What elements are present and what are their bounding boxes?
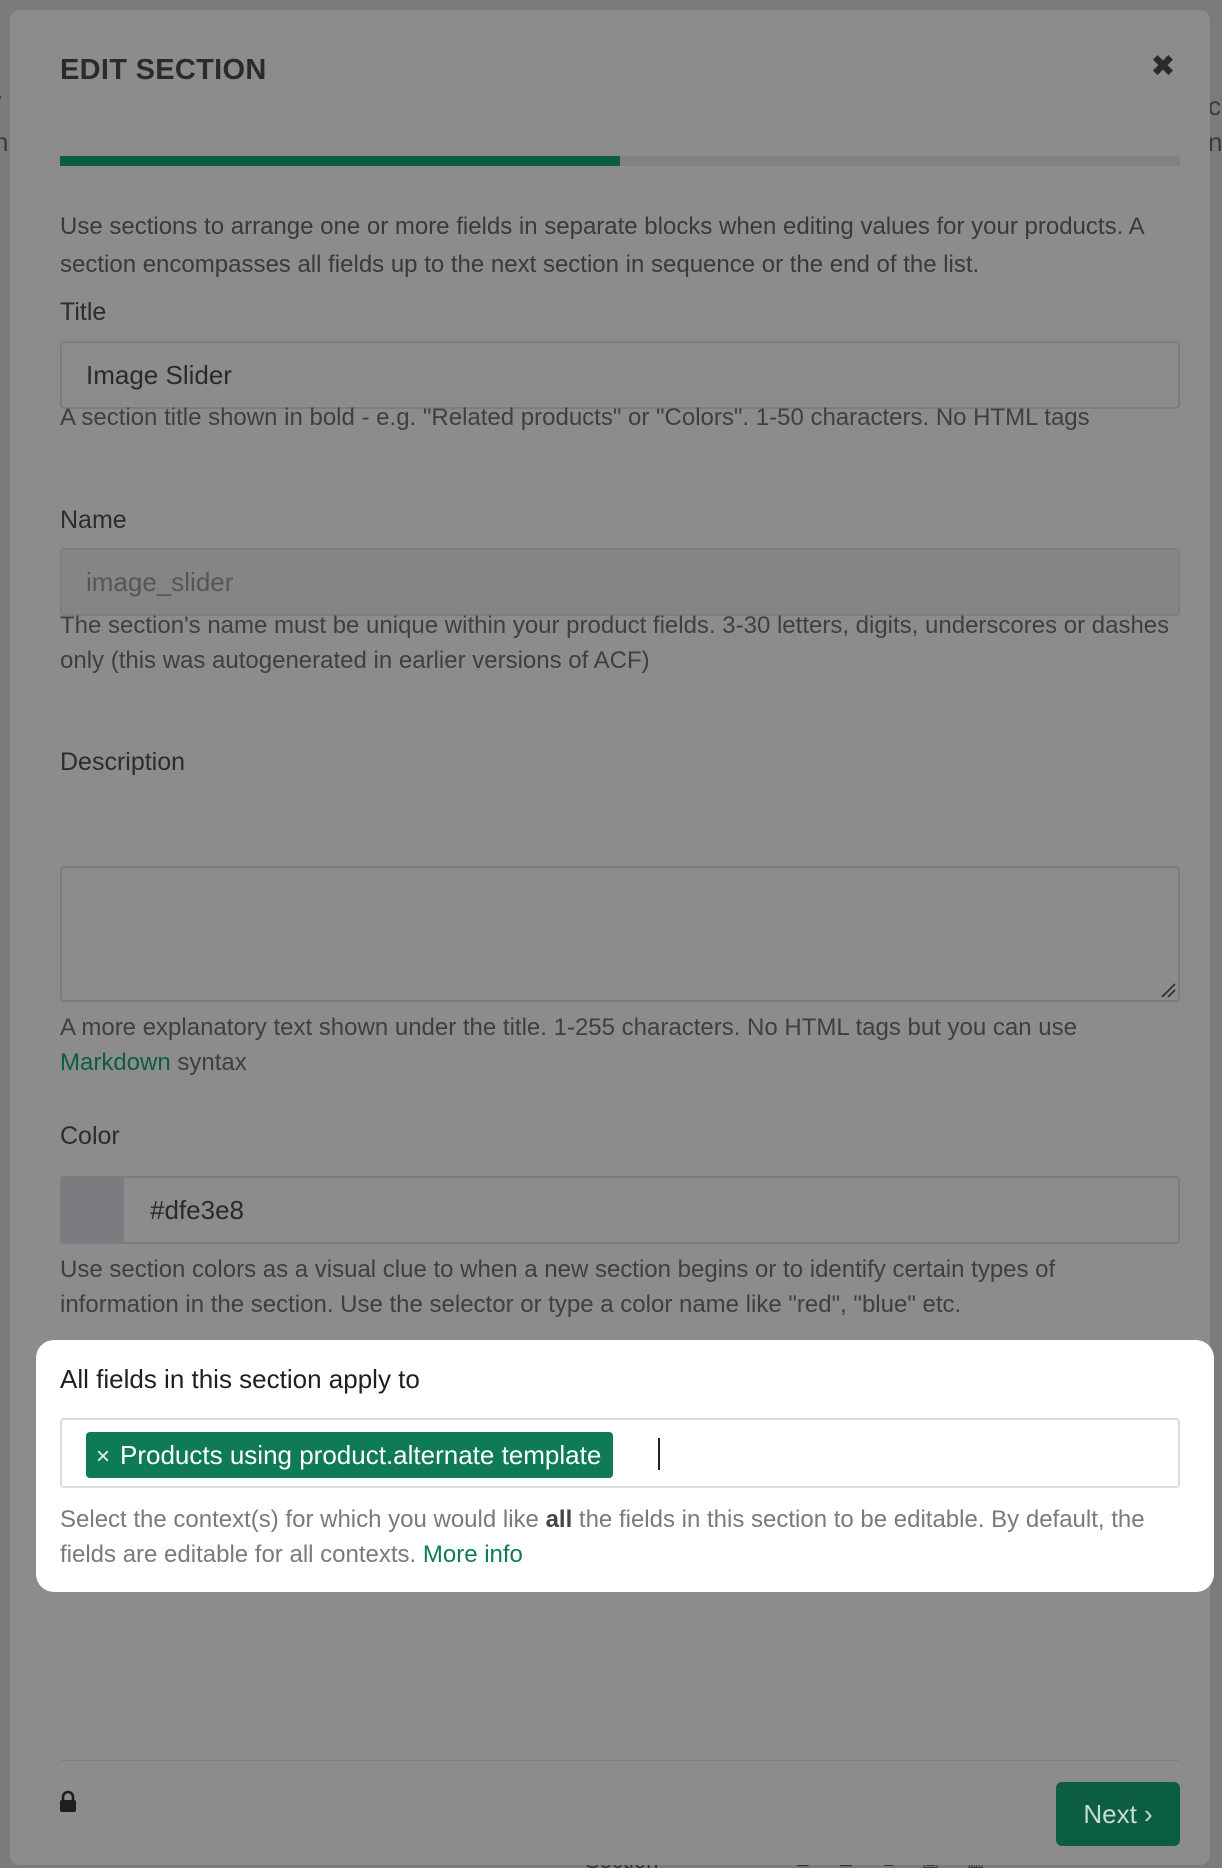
title-help: A section title shown in bold - e.g. "Re…	[60, 404, 1090, 431]
context-tag-label: Products using product.alternate templat…	[120, 1440, 602, 1470]
name-label: Name	[60, 506, 127, 534]
context-select[interactable]: × Products using product.alternate templa…	[60, 1418, 1180, 1488]
edit-section-modal: EDIT SECTION ✖ Use sections to arrange o…	[10, 10, 1214, 1865]
context-panel: All fields in this section apply to × Pro…	[36, 1340, 1214, 1592]
title-label: Title	[60, 298, 107, 326]
color-label: Color	[60, 1122, 120, 1150]
resize-handle-icon[interactable]	[1160, 982, 1176, 998]
name-input	[60, 548, 1180, 616]
lock-icon[interactable]	[58, 1790, 78, 1814]
modal-title: EDIT SECTION	[60, 54, 267, 86]
color-help: Use section colors as a visual clue to w…	[60, 1256, 1056, 1318]
context-tag: × Products using product.alternate templa…	[86, 1432, 614, 1480]
description-textarea[interactable]	[60, 866, 1180, 1002]
progress-fill	[60, 156, 620, 166]
text-caret	[658, 1438, 660, 1470]
description-label: Description	[60, 748, 186, 776]
markdown-link[interactable]: Markdown	[60, 1049, 171, 1076]
more-info-link[interactable]: More info	[423, 1541, 523, 1568]
color-field	[60, 1176, 1180, 1244]
name-help: The section's name must be unique within…	[60, 612, 1170, 674]
title-input[interactable]	[60, 341, 1180, 409]
background-fragment-right: c ne	[1208, 91, 1222, 157]
footer-divider	[60, 1760, 1180, 1761]
intro-text: Use sections to arrange one or more fiel…	[60, 213, 1144, 278]
background-fragment-left: / n i	[0, 91, 9, 157]
color-input[interactable]	[126, 1178, 1178, 1242]
close-icon[interactable]: ✖	[1148, 52, 1178, 82]
next-button[interactable]: Next ›	[1056, 1782, 1180, 1846]
progress-bar	[60, 156, 1180, 166]
context-help: Select the context(s) for which you woul…	[60, 1506, 1145, 1568]
context-label: All fields in this section apply to	[60, 1364, 420, 1394]
tag-remove-icon[interactable]: ×	[96, 1434, 110, 1480]
color-swatch[interactable]	[62, 1178, 124, 1242]
description-help: A more explanatory text shown under the …	[60, 1014, 1077, 1076]
